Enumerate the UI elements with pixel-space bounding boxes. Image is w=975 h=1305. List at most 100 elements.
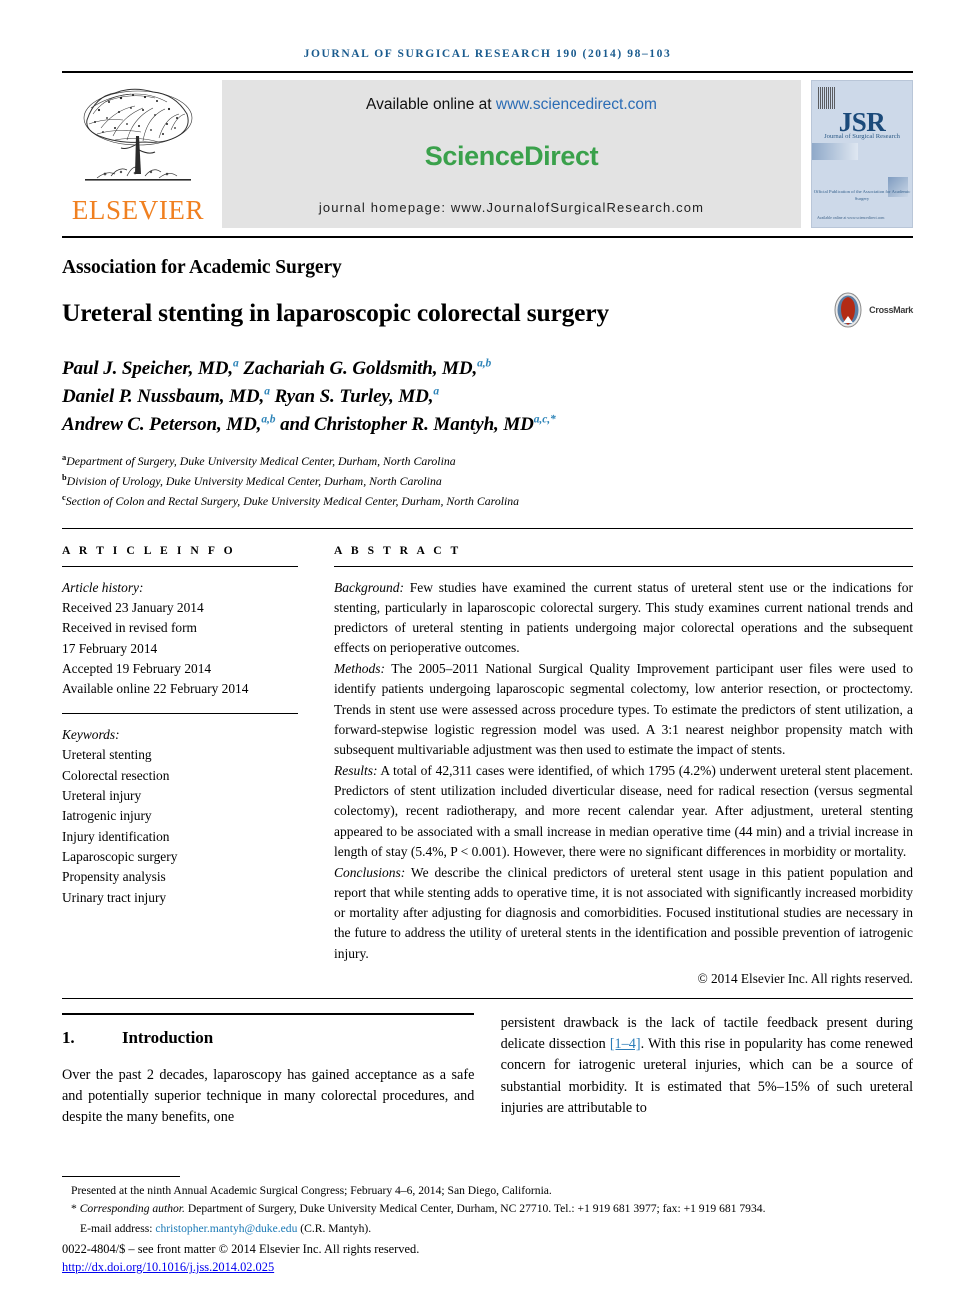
body-column-left: 1. Introduction Over the past 2 decades,… <box>62 1012 475 1129</box>
footnote-email: E-mail address: christopher.mantyh@duke.… <box>62 1220 913 1238</box>
author-line-3: Andrew C. Peterson, MD,a,b and Christoph… <box>62 411 913 439</box>
article-info-rule <box>62 565 298 567</box>
abstract-results: Results: A total of 42,311 cases were id… <box>334 761 913 862</box>
author-mark-2: a,b <box>477 357 492 370</box>
author-mark-5: a,b <box>261 413 276 426</box>
email-label: E-mail address: <box>80 1221 156 1235</box>
page-title: Ureteral stenting in laparoscopic colore… <box>62 298 609 327</box>
abstract-conclusions-label: Conclusions: <box>334 864 406 880</box>
history-revised-date: 17 February 2014 <box>62 640 158 656</box>
corresponding-author-text: Department of Surgery, Duke University M… <box>184 1201 766 1215</box>
keywords-label: Keywords: <box>62 726 120 742</box>
footnote-rule <box>62 1175 180 1177</box>
abstract-body: Background: Few studies have examined th… <box>334 578 913 987</box>
sciencedirect-logo: ScienceDirect <box>424 140 599 172</box>
elsevier-tree-icon <box>83 88 193 181</box>
info-abstract-section: A R T I C L E I N F O Article history: R… <box>62 544 913 987</box>
elsevier-logo: ELSEVIER <box>62 80 214 228</box>
elsevier-wordmark: ELSEVIER <box>71 195 205 225</box>
body-column-gap <box>474 1013 500 1129</box>
author-mark-1: a <box>233 357 239 370</box>
affiliation-list: aDepartment of Surgery, Duke University … <box>62 451 913 511</box>
crossmark-label: CrossMark <box>869 305 913 315</box>
abstract-background: Background: Few studies have examined th… <box>334 578 913 659</box>
keywords-block: Keywords: Ureteral stenting Colorectal r… <box>62 725 298 908</box>
barcode-icon <box>818 87 835 109</box>
abstract-methods-label: Methods: <box>334 661 385 677</box>
author-mark-6: a,c,* <box>533 413 556 426</box>
cover-society-note: Official Publication of the Association … <box>813 189 911 201</box>
affiliation-a: aDepartment of Surgery, Duke University … <box>62 451 913 471</box>
abstract-methods: Methods: The 2005–2011 National Surgical… <box>334 659 913 760</box>
abstract-bottom-rule <box>62 997 913 999</box>
keyword-item: Injury identification <box>62 828 170 844</box>
footnote-corresponding-author: * Corresponding author. Department of Su… <box>62 1200 913 1218</box>
article-info-heading: A R T I C L E I N F O <box>62 543 236 557</box>
history-accepted: Accepted 19 February 2014 <box>62 661 212 676</box>
body-column-right: persistent drawback is the lack of tacti… <box>501 1013 913 1129</box>
keyword-item: Urinary tract injury <box>62 889 167 905</box>
author-peterson: Andrew C. Peterson, MD, <box>62 414 262 436</box>
cover-bottom-note: Available online at www.sciencedirect.co… <box>817 216 885 221</box>
email-link[interactable]: christopher.mantyh@duke.edu <box>155 1222 297 1235</box>
abstract-column: A B S T R A C T Background: Few studies … <box>334 544 913 987</box>
section-rule <box>62 1012 475 1015</box>
column-gap <box>298 544 334 987</box>
author-turley: Ryan S. Turley, MD, <box>274 386 434 408</box>
article-history-block: Article history: Received 23 January 201… <box>62 578 298 700</box>
abstract-results-text: A total of 42,311 cases were identified,… <box>334 763 913 859</box>
running-head: JOURNAL OF SURGICAL RESEARCH 190 (2014) … <box>303 48 672 60</box>
crossmark-badge[interactable]: CrossMark <box>830 292 913 328</box>
corresponding-author-mark: * <box>71 1201 77 1215</box>
author-line-1: Paul J. Speicher, MD,a Zachariah G. Gold… <box>62 355 913 383</box>
keyword-item: Iatrogenic injury <box>62 808 152 824</box>
body-columns: 1. Introduction Over the past 2 decades,… <box>62 1012 913 1129</box>
author-mark-3: a <box>264 385 270 398</box>
cover-band-upper <box>812 143 858 160</box>
footnote-presented: Presented at the ninth Annual Academic S… <box>71 1183 552 1197</box>
history-revised-label: Received in revised form <box>62 620 197 636</box>
keyword-item: Propensity analysis <box>62 869 166 885</box>
doi-line: http://dx.doi.org/10.1016/j.jss.2014.02.… <box>62 1258 913 1277</box>
abstract-rule <box>334 565 913 567</box>
introduction-paragraph-right: persistent drawback is the lack of tacti… <box>501 1013 913 1119</box>
available-online-line: Available online at www.sciencedirect.co… <box>366 96 657 114</box>
keywords-rule <box>62 712 298 714</box>
history-received: Received 23 January 2014 <box>62 599 204 615</box>
author-list: Paul J. Speicher, MD,a Zachariah G. Gold… <box>62 355 913 439</box>
affiliation-text-c: Section of Colon and Rectal Surgery, Duk… <box>65 494 520 509</box>
abstract-copyright: © 2014 Elsevier Inc. All rights reserved… <box>697 970 913 986</box>
keyword-item: Ureteral stenting <box>62 747 152 763</box>
cover-subtitle: Journal of Surgical Research <box>824 133 900 140</box>
article-info-column: A R T I C L E I N F O Article history: R… <box>62 544 298 987</box>
abstract-conclusions: Conclusions: We describe the clinical pr… <box>334 863 913 964</box>
available-online-text: Available online at <box>366 96 496 113</box>
title-row: Ureteral stenting in laparoscopic colore… <box>62 292 913 328</box>
author-goldsmith: Zachariah G. Goldsmith, MD, <box>243 358 478 380</box>
journal-cover-thumbnail: JSR Journal of Surgical Research Officia… <box>811 80 913 228</box>
section-title: Introduction <box>122 1027 214 1047</box>
citation-link-1-4[interactable]: [1–4] <box>610 1036 641 1052</box>
header-rule <box>62 71 913 73</box>
article-page: JOURNAL OF SURGICAL RESEARCH 190 (2014) … <box>0 0 975 1305</box>
authors-bottom-rule <box>62 527 913 529</box>
keyword-item: Laparoscopic surgery <box>62 849 178 864</box>
affiliation-b: bDivision of Urology, Duke University Me… <box>62 471 913 491</box>
article-history-label: Article history: <box>62 579 144 595</box>
issn-line: 0022-4804/$ – see front matter © 2014 El… <box>62 1241 420 1256</box>
sciencedirect-link[interactable]: www.sciencedirect.com <box>496 96 657 113</box>
author-mark-4: a <box>433 385 440 398</box>
masthead-bottom-rule <box>62 236 913 238</box>
doi-link[interactable]: http://dx.doi.org/10.1016/j.jss.2014.02.… <box>62 1260 274 1274</box>
crossmark-icon <box>834 292 862 328</box>
author-nussbaum: Daniel P. Nussbaum, MD, <box>62 386 265 408</box>
email-suffix: (C.R. Mantyh). <box>297 1221 372 1235</box>
section-number: 1. <box>62 1027 75 1047</box>
abstract-background-text: Few studies have examined the current st… <box>334 579 913 656</box>
affiliation-c: cSection of Colon and Rectal Surgery, Du… <box>62 491 913 511</box>
abstract-heading: A B S T R A C T <box>334 543 462 557</box>
journal-homepage-line: journal homepage: www.JournalofSurgicalR… <box>318 200 705 215</box>
history-online: Available online 22 February 2014 <box>62 681 249 697</box>
sciencedirect-logo-text: ScienceDirect <box>424 140 599 171</box>
footnote-block: Presented at the ninth Annual Academic S… <box>62 1175 913 1277</box>
